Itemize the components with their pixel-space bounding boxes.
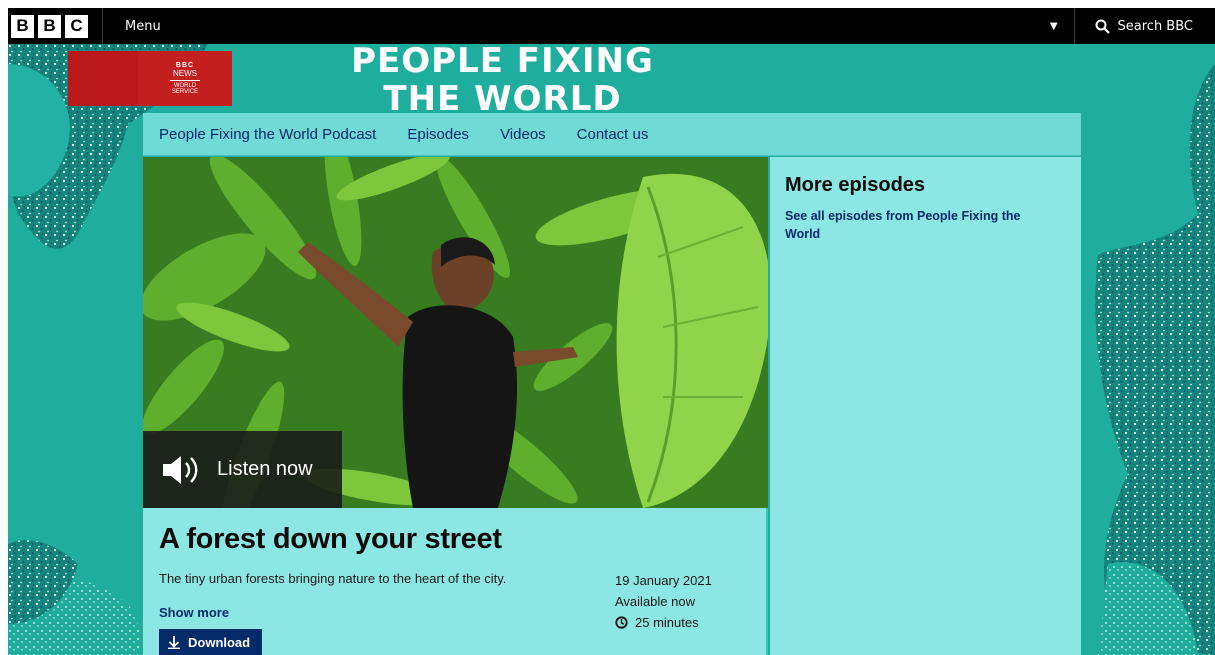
episode-title: A forest down your street [159,523,502,555]
listen-now-button[interactable]: Listen now [143,431,342,508]
nav-item-episodes[interactable]: Episodes [407,126,469,143]
speaker-icon [163,455,198,484]
episode-duration: 25 minutes [615,612,712,633]
show-more-link[interactable]: Show more [159,605,229,620]
more-episodes-sidebar: More episodes See all episodes from Peop… [770,157,1081,655]
download-label: Download [188,634,251,650]
listen-now-label: Listen now [217,458,313,480]
bbc-top-bar: B B C Menu ▼ Search BBC [8,8,1215,44]
menu-button[interactable]: Menu [125,19,1050,34]
duration-text: 25 minutes [635,615,699,630]
world-service-badge: BBC NEWS WORLD SERVICE [138,51,232,106]
show-title-line-1: PEOPLE FIXING [351,41,654,81]
bbc-logo-letter: B [11,14,34,38]
broadcast-date: 19 January 2021 [615,573,712,588]
ws-divider [170,80,200,81]
more-episodes-heading: More episodes [785,174,926,196]
search-label: Search BBC [1117,18,1193,34]
clock-icon [615,616,628,629]
episode-meta: 19 January 2021 Available now 25 minutes [615,570,712,633]
nav-item-contact[interactable]: Contact us [577,126,649,143]
download-button[interactable]: Download [159,629,262,655]
ws-bbc-text: BBC [175,62,195,69]
episode-panel: Listen now A forest down your street The… [143,157,768,655]
search-button[interactable]: Search BBC [1073,8,1215,44]
bbc-world-service-logo[interactable]: BBC NEWS WORLD SERVICE [68,51,232,106]
episode-description: The tiny urban forests bringing nature t… [159,571,507,586]
programme-nav: People Fixing the World Podcast Episodes… [143,113,1081,156]
bbc-logo-letter: C [65,14,88,38]
ws-service-text: SERVICE [171,89,199,95]
show-title-logo[interactable]: PEOPLE FIXING THE WORLD [330,42,675,118]
nav-item-podcast[interactable]: People Fixing the World Podcast [159,126,376,143]
bbc-logo-letter: B [38,14,61,38]
download-icon [168,635,180,649]
availability-status: Available now [615,594,695,609]
nav-item-videos[interactable]: Videos [500,126,546,143]
caret-down-icon[interactable]: ▼ [1050,21,1058,32]
all-episodes-link[interactable]: See all episodes from People Fixing the … [785,207,1045,243]
divider [102,8,103,44]
bbc-logo[interactable]: B B C [11,14,88,38]
ws-news-text: NEWS [173,69,197,78]
search-icon [1095,19,1110,34]
